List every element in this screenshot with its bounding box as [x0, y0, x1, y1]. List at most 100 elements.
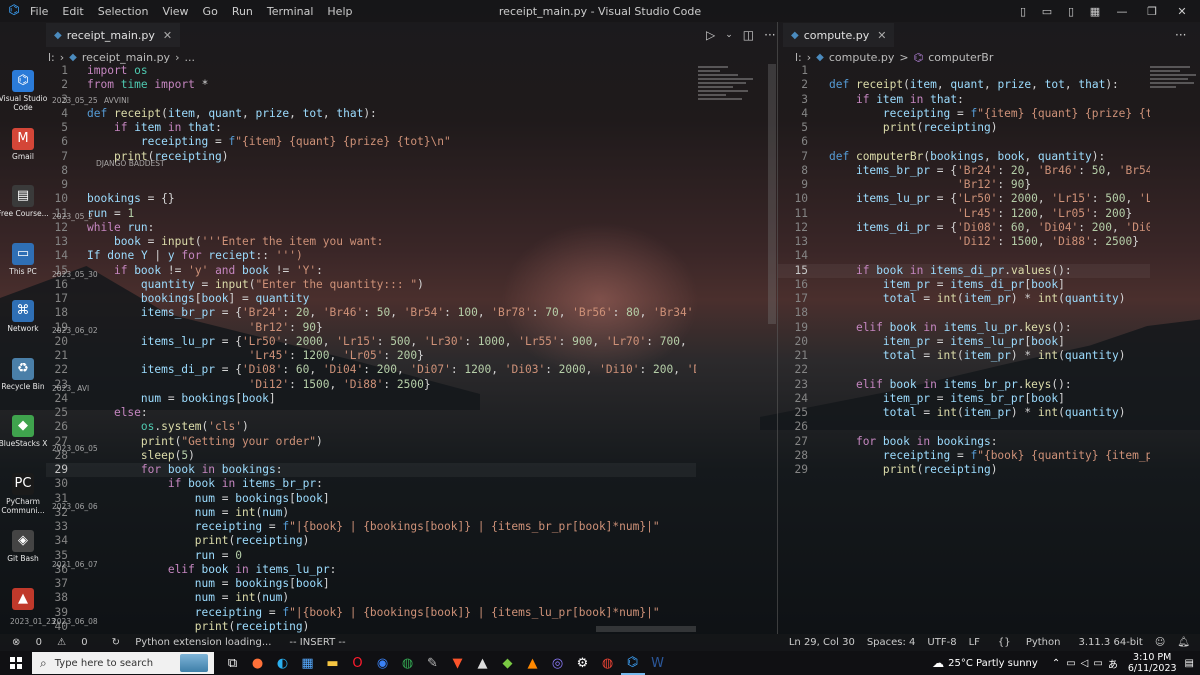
- layout-toggle-sidebar-icon[interactable]: ▯: [1016, 5, 1030, 18]
- code-line[interactable]: 5 print(receipting): [778, 121, 1150, 135]
- taskbar-chrome-2-icon[interactable]: ◍: [596, 651, 620, 675]
- desktop-icon[interactable]: ⌘ Network: [0, 300, 53, 333]
- desktop-file-label[interactable]: 2023_05_30: [52, 270, 98, 279]
- taskbar-store-icon[interactable]: ▦: [296, 651, 320, 675]
- left-code-editor[interactable]: 1 import os 2 from time import * 3 4 def recei…: [46, 64, 696, 634]
- code-line[interactable]: 15 if book in items_di_pr.values():: [778, 263, 1150, 278]
- code-line[interactable]: 27 print("Getting your order"): [46, 435, 696, 449]
- desktop-icon[interactable]: ▤ Free Course...: [0, 185, 53, 218]
- breadcrumb-symbol[interactable]: ...: [184, 51, 195, 64]
- code-line[interactable]: 11 run = 1: [46, 207, 696, 221]
- code-line[interactable]: 1: [778, 64, 1150, 78]
- clock[interactable]: 3:10 PM 6/11/2023: [1128, 652, 1177, 674]
- desktop-icon[interactable]: ◈ Git Bash: [0, 530, 53, 563]
- run-icon[interactable]: ▷: [706, 28, 715, 42]
- code-line[interactable]: 14: [778, 249, 1150, 263]
- end-of-line[interactable]: LF: [969, 637, 980, 648]
- breadcrumb-file[interactable]: compute.py: [829, 51, 895, 64]
- taskbar-chrome-icon[interactable]: ◍: [396, 651, 420, 675]
- desktop-icon[interactable]: ▭ This PC: [0, 243, 53, 276]
- notifications-icon[interactable]: 🔔︎: [1177, 637, 1190, 648]
- code-line[interactable]: 28 receipting = f"{book} {quantity} {ite…: [778, 449, 1150, 463]
- left-minimap[interactable]: [698, 64, 764, 114]
- chevron-up-icon[interactable]: ⌃: [1052, 658, 1060, 669]
- desktop-file-label[interactable]: DJANGO BADDEST: [96, 159, 165, 168]
- desktop-icon[interactable]: ▲: [0, 588, 53, 612]
- taskbar-edge-icon[interactable]: ◐: [271, 651, 295, 675]
- code-line[interactable]: 5 if item in that:: [46, 121, 696, 135]
- taskbar-task-view-icon[interactable]: ⧉: [221, 651, 245, 675]
- desktop-file-label[interactable]: 2021_06_07: [52, 560, 98, 569]
- encoding[interactable]: UTF-8: [927, 637, 956, 648]
- battery-icon[interactable]: ▭: [1093, 658, 1102, 669]
- taskbar-firefox-icon[interactable]: ●: [246, 651, 270, 675]
- tab-compute[interactable]: ◆ compute.py ✕: [783, 23, 895, 47]
- split-editor-icon[interactable]: ◫: [743, 28, 754, 42]
- code-line[interactable]: 29 for book in bookings:: [46, 463, 696, 478]
- code-line[interactable]: 21 'Lr45': 1200, 'Lr05': 200}: [46, 349, 696, 363]
- menu-item-file[interactable]: File: [30, 5, 48, 18]
- code-line[interactable]: 12 while run:: [46, 221, 696, 235]
- breadcrumb-drive[interactable]: l:: [48, 51, 55, 64]
- breadcrumb-drive[interactable]: l:: [795, 51, 802, 64]
- taskbar-search[interactable]: ⌕ Type here to search: [32, 652, 214, 674]
- menu-item-selection[interactable]: Selection: [98, 5, 149, 18]
- weather-icon[interactable]: ☁: [932, 656, 944, 670]
- code-line[interactable]: 24 item_pr = items_br_pr[book]: [778, 392, 1150, 406]
- right-code-editor[interactable]: 1 2 def receipt(item, quant, prize, tot, t…: [778, 64, 1150, 634]
- code-line[interactable]: 16 item_pr = items_di_pr[book]: [778, 278, 1150, 292]
- code-line[interactable]: 10 bookings = {}: [46, 192, 696, 206]
- breadcrumb-symbol[interactable]: computerBr: [928, 51, 993, 64]
- desktop-file-label[interactable]: 2023_06_06: [52, 502, 98, 511]
- code-line[interactable]: 6 receipting = f"{item} {quant} {prize} …: [46, 135, 696, 149]
- code-line[interactable]: 9 'Br12': 90}: [778, 178, 1150, 192]
- taskbar-vlc-icon[interactable]: ▲: [521, 651, 545, 675]
- feedback-icon[interactable]: ☺: [1155, 637, 1165, 648]
- desktop-file-label[interactable]: AVVINI: [104, 96, 129, 105]
- code-line[interactable]: 7 def computerBr(bookings, book, quantity…: [778, 150, 1150, 164]
- python-loading-status[interactable]: ↻ Python extension loading...: [106, 637, 278, 648]
- code-line[interactable]: 33 receipting = f"|{book} | {bookings[bo…: [46, 520, 696, 534]
- left-horizontal-scrollbar[interactable]: [596, 626, 696, 632]
- code-line[interactable]: 8 items_br_pr = {'Br24': 20, 'Br46': 50,…: [778, 164, 1150, 178]
- desktop-file-label[interactable]: 2023_01_23: [10, 617, 56, 626]
- menu-item-terminal[interactable]: Terminal: [267, 5, 314, 18]
- code-line[interactable]: 1 import os: [46, 64, 696, 78]
- code-line[interactable]: 37 num = bookings[book]: [46, 577, 696, 591]
- right-minimap[interactable]: [1150, 64, 1200, 114]
- more-actions-icon[interactable]: ···: [1175, 28, 1186, 42]
- code-line[interactable]: 3 if item in that:: [778, 93, 1150, 107]
- language-icon[interactable]: あ: [1108, 656, 1118, 671]
- code-line[interactable]: 13 'Di12': 1500, 'Di88': 2500}: [778, 235, 1150, 249]
- close-tab-icon[interactable]: ✕: [877, 29, 886, 42]
- code-line[interactable]: 16 quantity = input("Enter the quantity:…: [46, 278, 696, 292]
- remote-indicator[interactable]: ⊗ 0 ⚠ 0: [6, 637, 94, 648]
- taskbar-vscode-icon[interactable]: ⌬: [620, 651, 645, 675]
- code-line[interactable]: 3: [46, 93, 696, 107]
- desktop-file-label[interactable]: 2023_06_08: [52, 617, 98, 626]
- desktop-icon[interactable]: ⌬ Visual Studio Code: [0, 70, 53, 112]
- desktop-icon[interactable]: ◆ BlueStacks X: [0, 415, 53, 448]
- minimize-icon[interactable]: —: [1112, 5, 1132, 18]
- taskbar-brave-icon[interactable]: ▼: [446, 651, 470, 675]
- left-vertical-scrollbar[interactable]: [768, 64, 776, 324]
- breadcrumb-file[interactable]: receipt_main.py: [82, 51, 170, 64]
- code-line[interactable]: 35 run = 0: [46, 549, 696, 563]
- speaker-icon[interactable]: ◁: [1081, 658, 1089, 669]
- taskbar-word-icon[interactable]: W: [646, 651, 670, 675]
- code-line[interactable]: 13 book = input('''Enter the item you wa…: [46, 235, 696, 249]
- code-line[interactable]: 4 receipting = f"{item} {quant} {prize} …: [778, 107, 1150, 121]
- desktop-icon[interactable]: M Gmail: [0, 128, 53, 161]
- code-line[interactable]: 23 elif book in items_br_pr.keys():: [778, 378, 1150, 392]
- code-line[interactable]: 6: [778, 135, 1150, 149]
- code-line[interactable]: 17 total = int(item_pr) * int(quantity): [778, 292, 1150, 306]
- code-line[interactable]: 36 elif book in items_lu_pr:: [46, 563, 696, 577]
- code-line[interactable]: 10 items_lu_pr = {'Lr50': 2000, 'Lr15': …: [778, 192, 1150, 206]
- restore-icon[interactable]: ❐: [1142, 5, 1162, 18]
- desktop-icon[interactable]: PC PyCharm Communi...: [0, 473, 53, 515]
- menu-item-edit[interactable]: Edit: [62, 5, 83, 18]
- start-button[interactable]: [0, 651, 32, 675]
- code-line[interactable]: 20 items_lu_pr = {'Lr50': 2000, 'Lr15': …: [46, 335, 696, 349]
- menu-item-run[interactable]: Run: [232, 5, 253, 18]
- code-line[interactable]: 18 items_br_pr = {'Br24': 20, 'Br46': 50…: [46, 306, 696, 320]
